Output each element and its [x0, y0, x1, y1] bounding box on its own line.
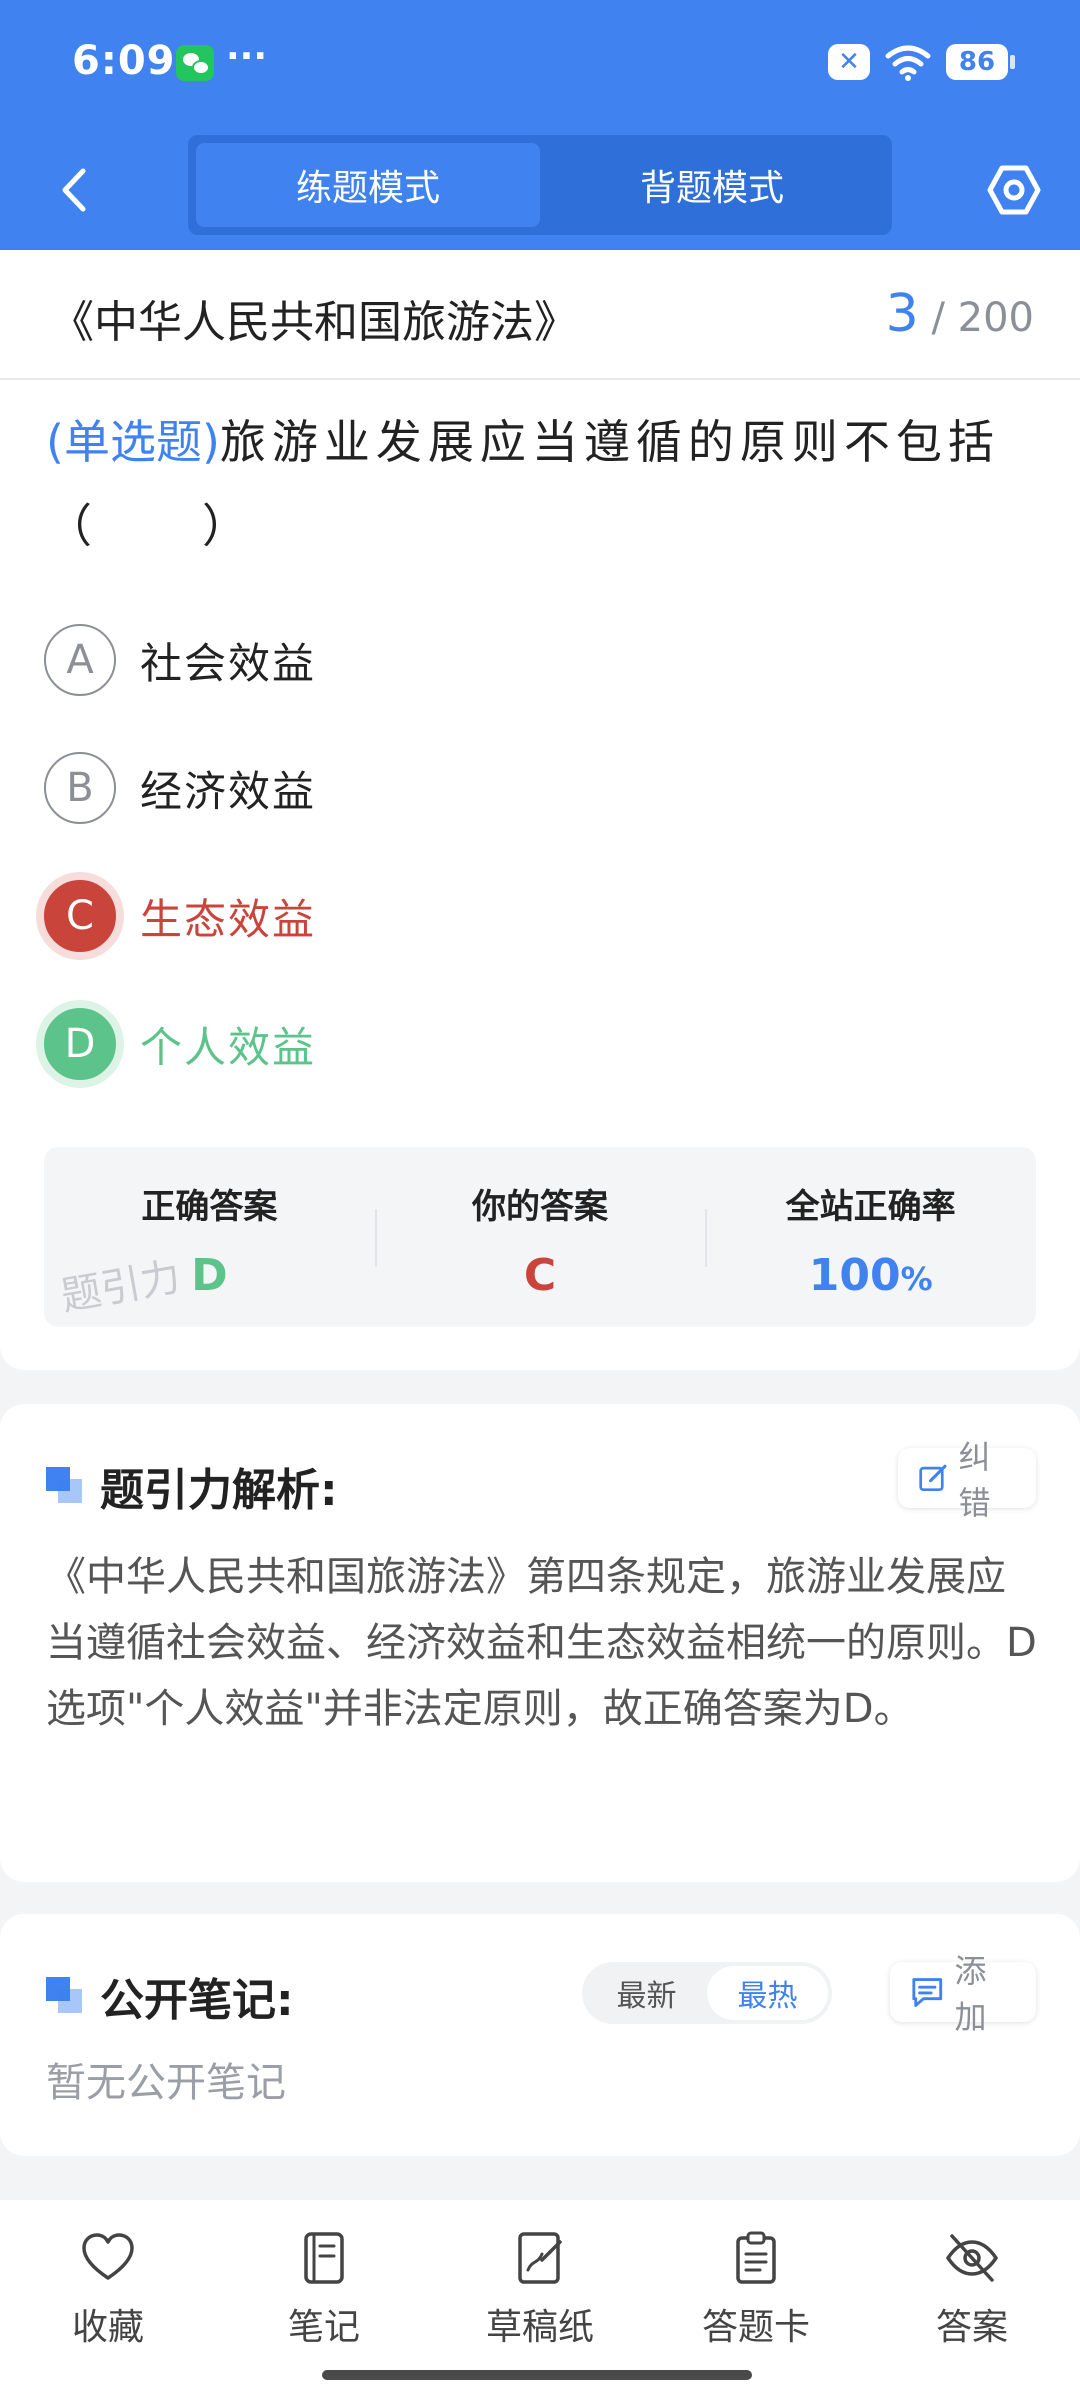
question-text-block: (单选题)旅游业发展应当遵循的原则不包括（ ） — [46, 400, 1036, 568]
add-note-button[interactable]: 添加 — [890, 1952, 1036, 2036]
question-counter[interactable]: 3 / 200 — [886, 284, 1034, 344]
heart-icon — [82, 2233, 134, 2280]
option-text: 经济效益 — [140, 766, 317, 816]
nav-bar: 练题模式 背题模式 — [0, 130, 1080, 250]
comment-icon — [912, 1978, 943, 2007]
current-question-number: 3 — [885, 284, 919, 344]
show-answer-button[interactable]: 答案 — [892, 2230, 1052, 2350]
option-a[interactable]: A 社会效益 — [44, 622, 316, 698]
status-time: 6:09 — [72, 38, 176, 84]
home-indicator[interactable] — [322, 2370, 752, 2380]
correct-answer-col: 正确答案 D 题引力 — [44, 1147, 375, 1327]
back-button[interactable] — [40, 155, 110, 225]
your-answer-col: 你的答案 C — [374, 1147, 706, 1327]
status-more: ··· — [226, 36, 268, 77]
battery-icon: 86 — [946, 44, 1015, 80]
accuracy-label: 全站正确率 — [785, 1187, 956, 1227]
option-text: 个人效益 — [140, 1022, 317, 1072]
show-answer-label: 答案 — [935, 2307, 1008, 2348]
answer-sheet-button[interactable]: 答题卡 — [676, 2230, 836, 2350]
draft-paper-button[interactable]: 草稿纸 — [460, 2230, 620, 2350]
option-letter: B — [44, 752, 116, 824]
option-text: 生态效益 — [140, 894, 317, 944]
mode-switch: 练题模式 背题模式 — [188, 135, 892, 235]
your-answer-label: 你的答案 — [472, 1187, 608, 1227]
wifi-icon — [884, 42, 932, 82]
option-b[interactable]: B 经济效益 — [44, 750, 316, 826]
analysis-text: 《中华人民共和国旅游法》第四条规定，旅游业发展应当遵循社会效益、经济效益和生态效… — [46, 1554, 1037, 1732]
notebook-icon — [304, 2232, 344, 2284]
report-error-label: 纠错 — [958, 1438, 991, 1522]
notes-sort-toggle: 最新 最热 — [582, 1962, 832, 2024]
close-icon: ✕ — [828, 44, 870, 80]
app-header: 6:09 ··· ✕ 86 练题模式 背题模式 — [0, 0, 1080, 250]
book-title: 《中华人民共和国旅游法》 — [50, 297, 578, 348]
analysis-title-text: 题引力解析: — [100, 1465, 338, 1516]
total-questions: / 200 — [931, 295, 1034, 341]
settings-button[interactable] — [978, 154, 1050, 226]
notes-title: 公开笔记: — [46, 1964, 294, 2028]
option-d[interactable]: D 个人效益 — [44, 1006, 316, 1082]
favorite-label: 收藏 — [71, 2307, 144, 2348]
eye-hidden-icon — [945, 2234, 999, 2282]
question-type: (单选题) — [46, 415, 220, 469]
answer-sheet-icon — [736, 2231, 776, 2284]
option-letter: A — [44, 624, 116, 696]
accuracy-col: 全站正确率 100% — [705, 1147, 1036, 1327]
status-icons: ✕ 86 — [828, 42, 1015, 82]
status-bar: 6:09 ··· ✕ 86 — [0, 0, 1080, 130]
tab-practice-mode[interactable]: 练题模式 — [196, 143, 540, 227]
option-letter: D — [44, 1008, 116, 1080]
your-answer-value: C — [523, 1250, 557, 1301]
tab-recite-mode[interactable]: 背题模式 — [540, 143, 884, 227]
correct-answer-label: 正确答案 — [141, 1187, 278, 1227]
option-c[interactable]: C 生态效益 — [44, 878, 316, 954]
draft-paper-label: 草稿纸 — [485, 2307, 594, 2348]
edit-icon — [919, 1464, 947, 1492]
accuracy-number: 100 — [808, 1250, 901, 1301]
draft-paper-icon — [518, 2232, 562, 2284]
option-text: 社会效益 — [140, 638, 317, 688]
notes-empty-text: 暂无公开笔记 — [46, 2060, 286, 2106]
option-letter: C — [44, 880, 116, 952]
back-chevron-icon — [62, 168, 86, 212]
answer-sheet-label: 答题卡 — [701, 2307, 810, 2348]
sort-newest[interactable]: 最新 — [586, 1966, 707, 2020]
accuracy-unit: % — [900, 1260, 933, 1298]
analysis-card: 题引力解析: 纠错 《中华人民共和国旅游法》第四条规定，旅游业发展应当遵循社会效… — [0, 1404, 1080, 1882]
notes-card: 公开笔记: 最新 最热 添加 暂无公开笔记 — [0, 1914, 1080, 2156]
sort-hottest[interactable]: 最热 — [707, 1966, 828, 2020]
wechat-icon — [176, 45, 214, 81]
accuracy-value: 100% — [705, 1250, 1036, 1301]
answer-summary: 正确答案 D 题引力 你的答案 C 全站正确率 100% — [44, 1147, 1036, 1327]
report-error-button[interactable]: 纠错 — [898, 1438, 1036, 1522]
add-note-label: 添加 — [954, 1952, 987, 2036]
section-square-icon — [46, 1467, 84, 1505]
section-square-icon — [46, 1977, 84, 2015]
favorite-button[interactable]: 收藏 — [28, 2230, 188, 2350]
notes-button[interactable]: 笔记 — [244, 2230, 404, 2350]
notes-label: 笔记 — [287, 2307, 360, 2348]
question-header: 《中华人民共和国旅游法》 3 / 200 — [0, 250, 1080, 380]
question-card: 《中华人民共和国旅游法》 3 / 200 (单选题)旅游业发展应当遵循的原则不包… — [0, 250, 1080, 1370]
notes-title-text: 公开笔记: — [100, 1975, 294, 2026]
settings-hexagon-icon — [987, 165, 1041, 215]
analysis-title: 题引力解析: — [46, 1454, 338, 1518]
